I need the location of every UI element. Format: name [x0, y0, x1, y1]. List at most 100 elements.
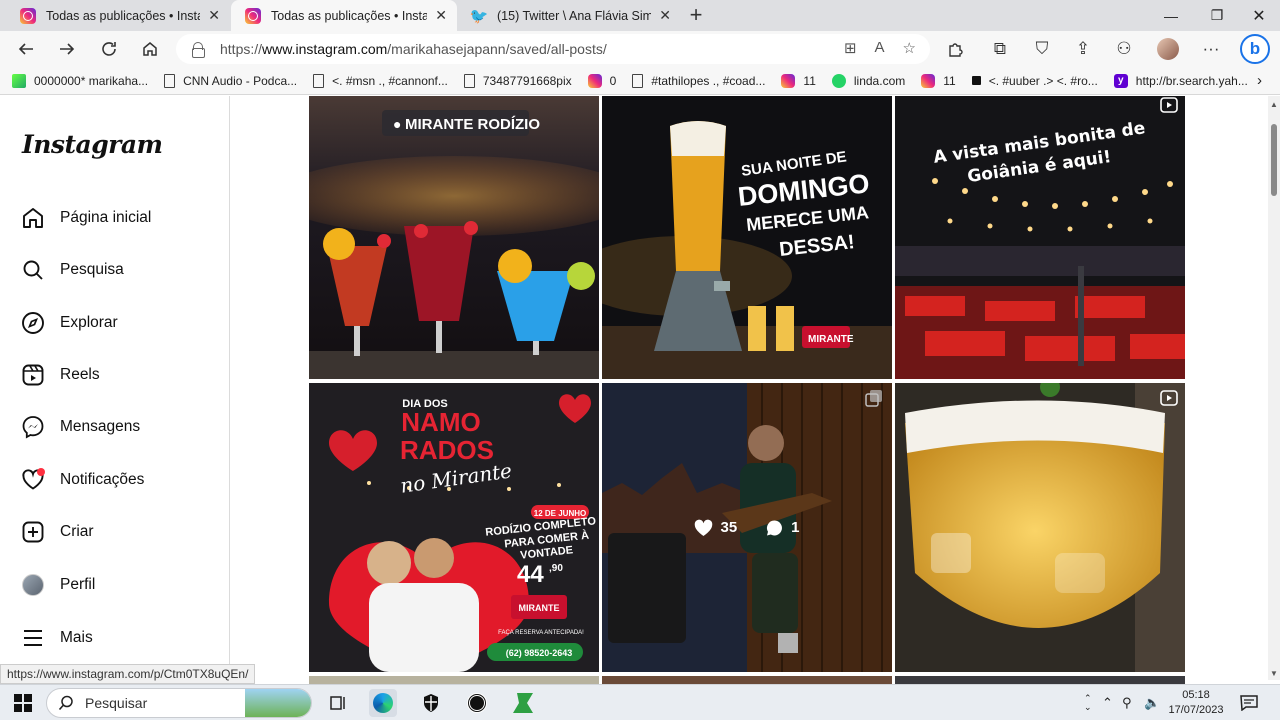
- post-tile[interactable]: [895, 383, 1185, 672]
- post-tile[interactable]: ● MIRANTE RODÍZIO: [309, 96, 599, 379]
- post-tile[interactable]: DIA DOS NAMO RADOS no Mirante 12 DE JUNH…: [309, 383, 599, 672]
- address-bar[interactable]: https://www.instagram.com/marikahasejapa…: [176, 34, 930, 64]
- browser-toolbar: https://www.instagram.com/marikahasejapa…: [0, 31, 1280, 67]
- post-tile[interactable]: MIRANTE SUA NOITE DE DOMINGO MERECE UMA …: [602, 96, 892, 379]
- app-circle-icon[interactable]: [463, 689, 491, 717]
- nav-messages[interactable]: Mensagens: [20, 407, 210, 447]
- refresh-button[interactable]: [95, 35, 123, 63]
- collections-icon[interactable]: ⧉: [986, 35, 1014, 63]
- show-hidden-icons[interactable]: ⌃: [1102, 685, 1113, 721]
- bookmark-label: 0000000* marikaha...: [34, 73, 149, 88]
- bookmark-item[interactable]: 73487791668pix: [463, 73, 572, 88]
- heart-icon: [695, 519, 713, 536]
- post-image: ● MIRANTE RODÍZIO: [309, 96, 599, 379]
- post-text: RADOS: [400, 435, 494, 465]
- security-shield-icon[interactable]: [417, 689, 445, 717]
- profile-avatar[interactable]: [1154, 35, 1182, 63]
- bing-icon[interactable]: b: [1240, 34, 1270, 64]
- status-bar-url: https://www.instagram.com/p/Ctm0TX8uQEn/: [0, 664, 256, 684]
- bookmark-item[interactable]: 0000000* marikaha...: [12, 73, 149, 88]
- scrollbar-thumb[interactable]: [1271, 124, 1277, 196]
- share-icon[interactable]: ⇪: [1069, 35, 1097, 63]
- bookmark-item[interactable]: 11: [921, 73, 956, 88]
- workspaces-icon[interactable]: ⚇: [1110, 35, 1138, 63]
- instagram-logo[interactable]: Instagram: [22, 130, 163, 159]
- nav-reels[interactable]: Reels: [20, 355, 210, 395]
- nav-label: Mais: [60, 629, 93, 646]
- nav-profile[interactable]: Perfil: [20, 565, 210, 605]
- messenger-icon: [20, 414, 46, 440]
- tab-twitter[interactable]: 🐦 (15) Twitter \ Ana Flávia Simões ( ✕: [457, 0, 681, 31]
- taskbar-search[interactable]: Pesquisar: [46, 688, 312, 718]
- post-text: MIRANTE: [808, 334, 854, 345]
- clock[interactable]: 05:18 17/07/2023: [1164, 688, 1228, 718]
- nav-more[interactable]: Mais: [20, 618, 210, 658]
- nav-search[interactable]: Pesquisa: [20, 250, 210, 290]
- post-text: 44: [517, 561, 544, 588]
- tab-instagram-1[interactable]: Todas as publicações • Instagram ✕: [6, 0, 230, 31]
- instagram-icon: [245, 7, 261, 24]
- close-tab-icon[interactable]: ✕: [435, 7, 447, 24]
- nav-label: Pesquisa: [60, 261, 124, 278]
- scroll-up-icon[interactable]: ▲: [1270, 100, 1278, 109]
- nav-create[interactable]: Criar: [20, 512, 210, 552]
- bookmark-item[interactable]: CNN Audio - Podca...: [164, 73, 298, 88]
- nav-home[interactable]: Página inicial: [20, 198, 210, 238]
- edge-taskbar-icon[interactable]: [369, 689, 397, 717]
- network-icon[interactable]: ⚲: [1122, 685, 1132, 721]
- post-text: FAÇA RESERVA ANTECIPADA!: [498, 630, 584, 636]
- instagram-sidebar: Instagram Página inicial Pesquisa Explor…: [0, 96, 230, 666]
- post-tile[interactable]: A vista mais bonita de Goiânia é aqui!: [895, 96, 1185, 379]
- task-view-icon[interactable]: [324, 689, 352, 717]
- scroll-down-icon[interactable]: ▼: [1270, 669, 1278, 678]
- settings-more-icon[interactable]: ···: [1197, 35, 1225, 63]
- close-window-button[interactable]: ✕: [1236, 0, 1280, 31]
- likes-count: 35: [694, 519, 737, 537]
- back-arrow-icon: [18, 43, 33, 55]
- url-host: www.instagram.com: [262, 41, 388, 57]
- nav-label: Página inicial: [60, 209, 152, 226]
- bookmark-item[interactable]: 11: [781, 73, 816, 88]
- square-icon: [971, 76, 981, 85]
- tab-instagram-2[interactable]: Todas as publicações • Instagram ✕: [231, 0, 457, 31]
- svg-text:●: ●: [393, 116, 401, 132]
- bookmark-item[interactable]: linda.com: [831, 73, 906, 88]
- new-tab-button[interactable]: +: [684, 4, 708, 28]
- nav-explore[interactable]: Explorar: [20, 303, 210, 343]
- favorite-star-icon[interactable]: ☆: [903, 39, 916, 57]
- home-button[interactable]: [136, 35, 164, 63]
- yahoo-icon: y: [1113, 73, 1128, 88]
- post-tile[interactable]: 35 1: [602, 383, 892, 672]
- close-tab-icon[interactable]: ✕: [208, 7, 220, 24]
- bookmark-item[interactable]: y http://br.search.yah...: [1113, 73, 1248, 88]
- search-highlight-image: [245, 689, 311, 717]
- volume-icon[interactable]: 🔈: [1144, 685, 1160, 721]
- bookmark-item[interactable]: #tathilopes ., #coad...: [632, 73, 765, 88]
- bookmark-item[interactable]: 0: [587, 73, 616, 88]
- maximize-button[interactable]: ❐: [1194, 0, 1240, 31]
- windows-start-button[interactable]: [14, 694, 32, 712]
- browser-essentials-icon[interactable]: ⛉: [1028, 35, 1056, 63]
- bookmark-item[interactable]: <. #uuber .> <. #ro...: [971, 73, 1098, 88]
- page-scrollbar[interactable]: ▲ ▼: [1268, 96, 1280, 680]
- bookmark-label: linda.com: [853, 73, 906, 88]
- avatar: [22, 574, 44, 596]
- app-available-icon[interactable]: ⊞: [844, 39, 857, 57]
- plus-square-icon: [20, 519, 46, 545]
- nav-notifications[interactable]: Notificações: [20, 460, 210, 500]
- bookmark-label: CNN Audio - Podca...: [183, 73, 298, 88]
- tray-overflow-icon[interactable]: ⌃ ⌄: [1084, 685, 1092, 721]
- close-tab-icon[interactable]: ✕: [659, 7, 671, 24]
- post-image: [895, 383, 1185, 672]
- back-button[interactable]: [12, 35, 40, 63]
- bookmark-label: <. #uuber .> <. #ro...: [988, 73, 1098, 88]
- notification-center-icon[interactable]: [1240, 685, 1258, 721]
- bookmark-item[interactable]: <. #msn ., #cannonf...: [313, 73, 448, 88]
- read-aloud-icon[interactable]: A: [875, 39, 885, 57]
- extensions-icon[interactable]: [941, 35, 969, 63]
- chevron-right-icon[interactable]: ›: [1257, 72, 1262, 89]
- green-app-icon[interactable]: [509, 689, 537, 717]
- forward-button[interactable]: [53, 35, 81, 63]
- minimize-button[interactable]: —: [1148, 0, 1194, 31]
- home-icon: [20, 205, 46, 231]
